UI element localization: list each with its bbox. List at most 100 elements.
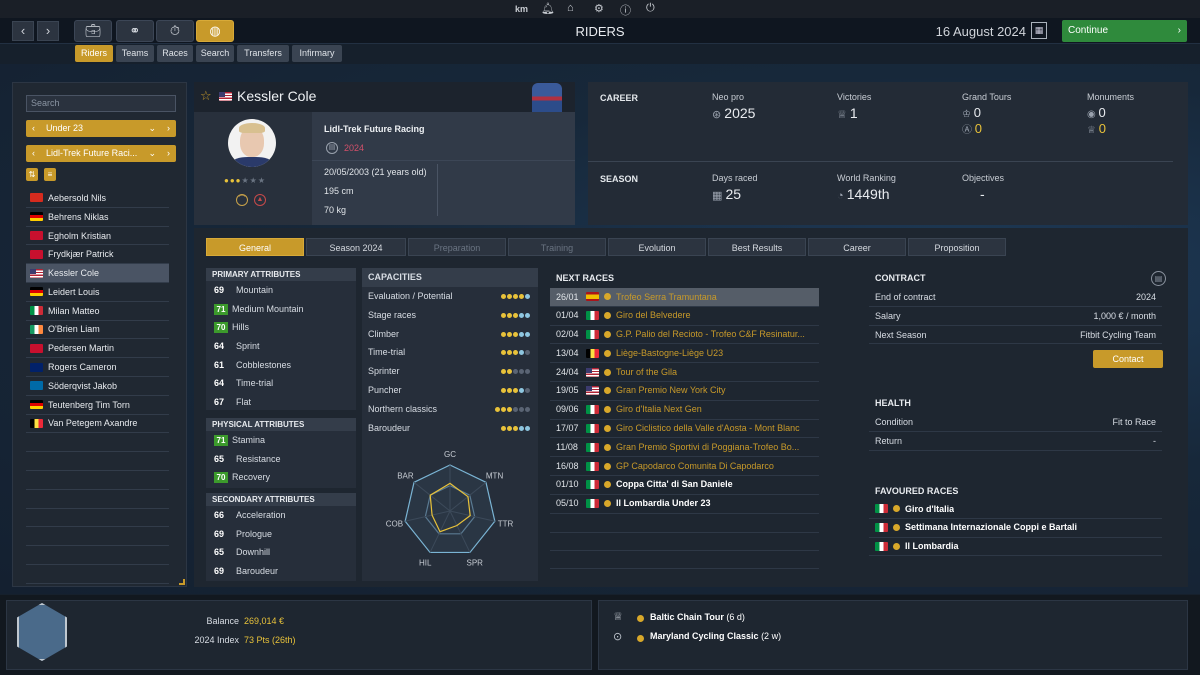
upcoming-race-2[interactable]: Maryland Cycling Classic (2 w) [650, 631, 781, 641]
flag-icon [30, 230, 43, 240]
rider-row[interactable]: Van Petegem Axandre [26, 415, 169, 434]
race-row[interactable]: 05/10 Il Lombardia Under 23 [550, 495, 819, 514]
race-row[interactable]: 01/04 Giro del Belvedere [550, 307, 819, 326]
rider-row[interactable]: Egholm Kristian [26, 227, 169, 246]
race-row[interactable]: 11/08 Gran Premio Sportivi di Poggiana-Tr… [550, 438, 819, 458]
contract-title: CONTRACT [875, 273, 926, 283]
rating-dot [519, 312, 524, 318]
race-row[interactable]: 24/04 Tour of the Gila [550, 363, 819, 382]
tab-career[interactable]: Career [808, 238, 906, 256]
race-date: 01/04 [556, 310, 579, 321]
rider-row[interactable]: Behrens Niklas [26, 208, 169, 227]
capacity-row: Time-trial [362, 343, 538, 362]
contract-icon[interactable]: ▤ [1151, 271, 1166, 286]
info-icon[interactable]: ⓘ [620, 2, 631, 18]
grand-tours-stat: Grand Tours ♔ 0 Ⓐ 0 [962, 92, 1011, 136]
flag-icon [30, 400, 43, 410]
globe-icon[interactable]: ◍ [196, 20, 234, 42]
tab-general[interactable]: General [206, 238, 304, 256]
rider-row[interactable]: Aebersold Nils [26, 189, 169, 208]
race-row[interactable]: 01/10 Coppa Citta' di San Daniele [550, 476, 819, 495]
capacity-rating [500, 381, 530, 400]
rider-name: Kessler Cole [237, 88, 317, 104]
briefcase-icon[interactable]: 💼︎ [74, 20, 112, 42]
tab-infirmary[interactable]: Infirmary [292, 45, 342, 62]
age-filter-dropdown[interactable]: ‹ Under 23 ⌄ › [26, 120, 176, 137]
continue-button[interactable]: Continue › [1062, 20, 1187, 42]
race-row[interactable]: 09/06 Giro d'Italia Next Gen [550, 401, 819, 420]
favoured-race-row[interactable]: Settimana Internazionale Coppi e Bartali [869, 519, 1162, 538]
empty-row [26, 490, 169, 509]
rider-row[interactable]: Söderqvist Jakob [26, 377, 169, 396]
race-row[interactable]: 02/04 G.P. Palio del Recioto - Trofeo C&F… [550, 326, 819, 345]
power-icon[interactable]: ⏻ [646, 2, 655, 15]
flag-icon [586, 423, 599, 433]
tab-search[interactable]: Search [196, 45, 234, 62]
contract-icon: ▤ [326, 142, 338, 154]
gear-icon[interactable]: ⚙ [594, 2, 604, 15]
team-name[interactable]: Lidl-Trek Future Racing [324, 124, 425, 134]
team-filter-dropdown[interactable]: ‹ Lidl-Trek Future Raci... ⌄ › [26, 145, 176, 162]
rating-dot [513, 294, 518, 299]
tab-transfers[interactable]: Transfers [237, 45, 289, 62]
rider-row[interactable]: Frydkjær Patrick [26, 245, 169, 265]
resize-handle[interactable] [179, 579, 185, 585]
rider-row[interactable]: Teutenberg Tim Torn [26, 396, 169, 415]
capacity-rating [500, 287, 530, 306]
tab-races[interactable]: Races [157, 45, 193, 62]
filter-icon[interactable]: ≡ [44, 168, 56, 181]
star-rating: ●●●★★★ [224, 176, 267, 185]
stopwatch-icon[interactable]: ⏱︎ [156, 20, 194, 42]
cycling-icon[interactable]: ⚭ [116, 20, 154, 42]
tab-riders[interactable]: Riders [75, 45, 113, 62]
gt-wins-icon: ♔ [962, 109, 974, 120]
race-name: GP Capodarco Comunita Di Capodarco [616, 460, 774, 471]
tab-proposition[interactable]: Proposition [908, 238, 1006, 256]
tab-teams[interactable]: Teams [116, 45, 154, 62]
capacity-row: Northern classics [362, 400, 538, 419]
rider-row[interactable]: O'Brien Liam [26, 321, 169, 340]
bell-icon[interactable]: 🔔︎ [541, 2, 555, 15]
tab-season-2024[interactable]: Season 2024 [306, 238, 406, 256]
rider-row[interactable]: Kessler Cole [26, 264, 169, 283]
favoured-race-row[interactable]: Il Lombardia [869, 538, 1162, 557]
favoured-races-title: FAVOURED RACES [875, 486, 959, 496]
race-row[interactable]: 13/04 Liège-Bastogne-Liège U23 [550, 344, 819, 364]
radar-label: TTR [498, 520, 514, 529]
race-name: Gran Premio Sportivi di Poggiana-Trofeo … [616, 441, 800, 452]
mountain-specialty-icon: ▲ [254, 194, 266, 206]
forward-button[interactable]: › [37, 21, 59, 41]
favoured-race-row[interactable]: Giro d'Italia [869, 500, 1162, 519]
monument-podium-icon: ♕ [1087, 125, 1099, 136]
health-value: - [1153, 435, 1156, 446]
team-jersey-badge [17, 603, 67, 661]
upcoming-race-1[interactable]: Baltic Chain Tour (6 d) [650, 612, 745, 622]
calendar-icon[interactable]: ▦ [1031, 22, 1047, 39]
objectives-stat: Objectives - [962, 173, 1004, 202]
search-input[interactable]: Search [26, 95, 176, 112]
contract-key: Next Season [875, 329, 927, 340]
neo-pro-stat: Neo pro ⊛ 2025 [712, 92, 755, 121]
race-row[interactable]: 17/07 Giro Ciclistico della Valle d'Aosta… [550, 420, 819, 439]
flag-icon [586, 367, 599, 377]
rider-row[interactable]: Leidert Louis [26, 283, 169, 302]
health-title: HEALTH [875, 398, 911, 408]
sort-icon[interactable]: ⇅ [26, 168, 38, 181]
contact-button[interactable]: Contact [1093, 350, 1163, 368]
attribute-name: Prologue [236, 528, 273, 539]
race-row[interactable]: 19/05 Gran Premio New York City [550, 382, 819, 401]
home-icon[interactable]: ⌂ [567, 2, 574, 14]
calendar-icon: ⊙ [613, 631, 623, 643]
back-button[interactable]: ‹ [12, 21, 34, 41]
star-favorite-icon[interactable]: ☆ [200, 88, 212, 104]
rider-row[interactable]: Pedersen Martin [26, 339, 169, 359]
tab-best-results[interactable]: Best Results [708, 238, 806, 256]
chevron-down-icon: ⌄ [148, 148, 156, 158]
race-row[interactable]: 16/08 GP Capodarco Comunita Di Capodarco [550, 457, 819, 476]
physical-attributes: PHYSICAL ATTRIBUTES 71 Stamina 65 Resistanc… [206, 418, 356, 488]
rider-row[interactable]: Rogers Cameron [26, 358, 169, 377]
date-label: 16 August 2024 [935, 24, 1026, 39]
race-row[interactable]: 26/01 Trofeo Serra Tramuntana [550, 288, 819, 307]
rider-row[interactable]: Milan Matteo [26, 302, 169, 321]
tab-evolution[interactable]: Evolution [608, 238, 706, 256]
